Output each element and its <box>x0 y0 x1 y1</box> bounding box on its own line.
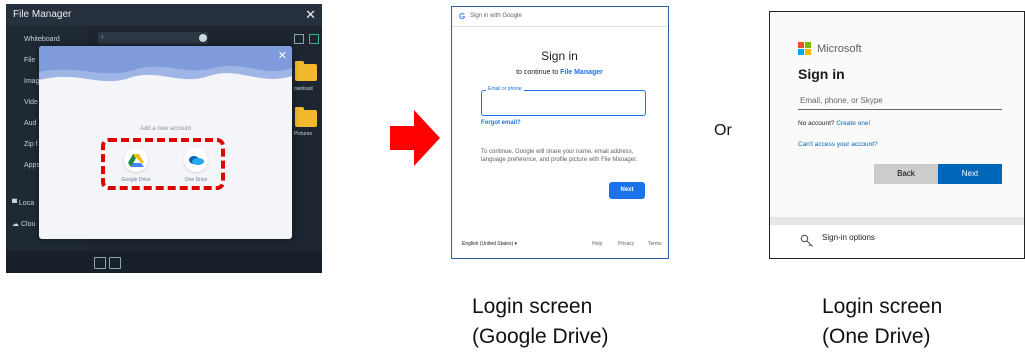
google-logo-icon: G <box>459 12 466 21</box>
continue-prefix: to continue to <box>516 69 561 76</box>
microsoft-title: Sign in <box>798 66 845 82</box>
language-label: English (United States) <box>462 241 514 247</box>
microsoft-logo-icon <box>798 42 812 56</box>
caption-ms-line1: Login screen <box>822 295 943 318</box>
divider <box>770 217 1024 225</box>
caption-google-line2: (Google Drive) <box>472 325 609 348</box>
image-icon[interactable] <box>109 257 121 269</box>
language-select[interactable]: English (United States) ▾ <box>462 241 517 247</box>
google-next-button[interactable]: Next <box>609 182 645 199</box>
microsoft-next-button[interactable]: Next <box>938 164 1002 184</box>
create-account-link[interactable]: Create one! <box>836 120 870 127</box>
microsoft-brand: Microsoft <box>817 43 862 55</box>
caption-google-line1: Login screen <box>472 295 593 318</box>
sidebar-item-image[interactable]: Imag <box>24 78 40 85</box>
privacy-link[interactable]: Privacy <box>618 241 634 247</box>
chevron-down-icon: ▾ <box>514 241 518 247</box>
window-title: File Manager <box>13 9 72 20</box>
app-name: File Manager <box>560 69 603 76</box>
no-account-label: No account? <box>798 120 835 127</box>
grid-view-icon[interactable] <box>309 34 319 44</box>
google-title: Sign in <box>541 49 578 63</box>
forgot-email-link[interactable]: Forgot email? <box>481 120 521 126</box>
sidebar-item-zip[interactable]: Zip f <box>24 141 38 148</box>
caption-google: Login screen (Google Drive) <box>472 292 609 352</box>
google-info-text: To continue, Google will share your name… <box>481 149 638 163</box>
list-view-icon[interactable] <box>294 34 304 44</box>
path-bar[interactable] <box>98 32 208 44</box>
wave-header <box>39 46 292 101</box>
caption-ms-line2: (One Drive) <box>822 325 931 348</box>
microsoft-login-screen: Microsoft Sign in Email, phone, or Skype… <box>769 11 1025 259</box>
folder-label-pictures: Pictures <box>294 131 313 137</box>
folder-icon[interactable] <box>295 61 317 81</box>
bottom-bar <box>6 251 322 273</box>
sidebar-item-whiteboard[interactable]: Whiteboard <box>24 36 60 43</box>
sidebar-item-apps[interactable]: Apps <box>24 162 40 169</box>
help-link[interactable]: Help <box>592 241 602 247</box>
local-label: Loca <box>18 200 35 207</box>
google-header-text: Sign in with Google <box>470 13 522 19</box>
add-account-label: Add a new account <box>139 126 192 132</box>
email-field-label: Email or phone <box>486 86 524 92</box>
sidebar-item-cloud[interactable]: ☁ Clou <box>12 220 35 228</box>
terms-link[interactable]: Terms <box>648 241 662 247</box>
key-icon <box>800 234 813 247</box>
no-account-text: No account? Create one! <box>798 120 870 127</box>
google-login-screen: G Sign in with Google Sign in to continu… <box>451 6 669 259</box>
email-field[interactable] <box>481 90 646 116</box>
sidebar-item-local[interactable]: ▀ Loca <box>12 200 34 207</box>
cloud-label: Clou <box>20 221 36 228</box>
search-icon[interactable] <box>199 34 207 42</box>
signin-options-label: Sign-in options <box>822 233 875 242</box>
caption-onedrive: Login screen (One Drive) <box>822 292 942 352</box>
highlight-box <box>101 138 225 190</box>
title-bar: File Manager ✕ <box>6 4 322 26</box>
email-placeholder: Email, phone, or Skype <box>800 96 883 105</box>
signin-options-button[interactable] <box>770 225 1024 258</box>
new-folder-icon[interactable] <box>94 257 106 269</box>
folder-icon[interactable] <box>295 107 317 127</box>
sidebar-item-audio[interactable]: Aud <box>24 120 36 127</box>
google-continue-text: to continue to File Manager <box>452 69 667 76</box>
chevron-left-icon[interactable]: ‹ <box>101 32 104 41</box>
close-icon[interactable]: ✕ <box>278 49 287 62</box>
sidebar-item-video[interactable]: Vide <box>24 99 38 106</box>
arrow-right-icon <box>390 110 440 166</box>
cant-access-link[interactable]: Can't access your account? <box>798 141 878 148</box>
sidebar-item-file[interactable]: File <box>24 57 35 64</box>
close-icon[interactable]: ✕ <box>305 4 316 26</box>
folder-label-download: ownload <box>294 86 313 92</box>
back-button[interactable]: Back <box>874 164 938 184</box>
or-label: Or <box>714 122 732 139</box>
